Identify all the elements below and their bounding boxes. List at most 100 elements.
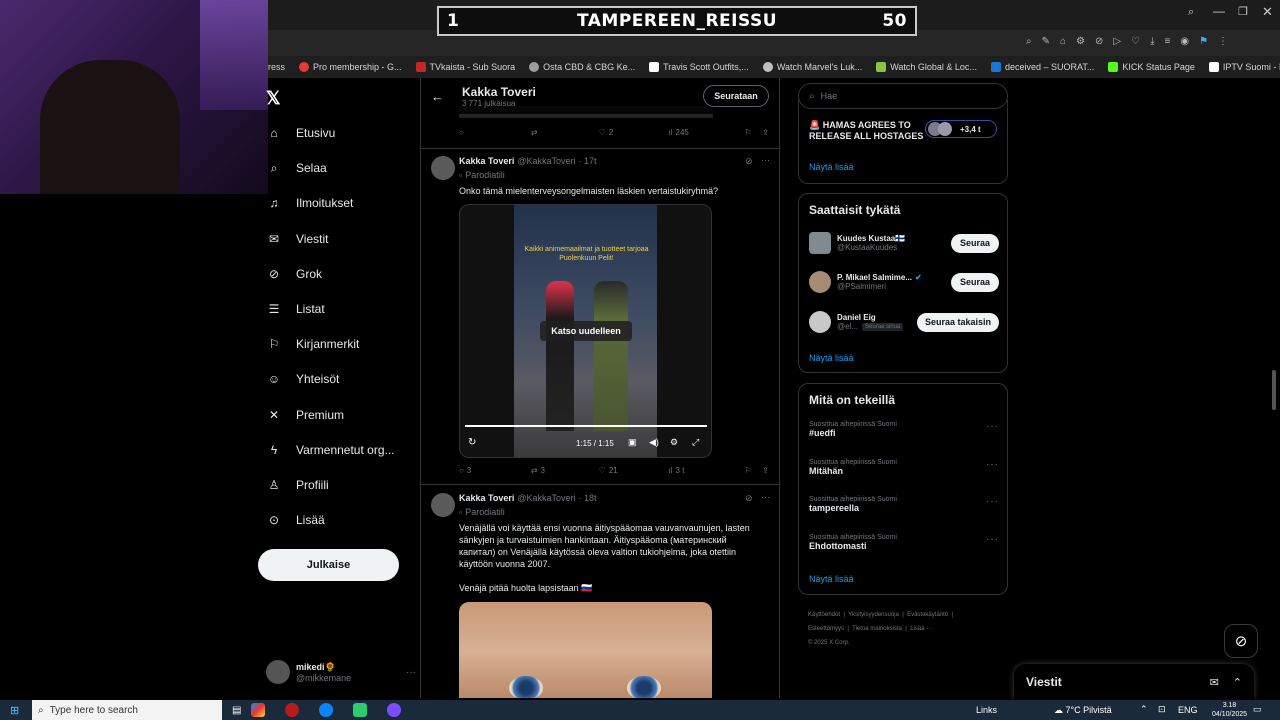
follow-button[interactable]: Seuraa bbox=[951, 272, 999, 292]
replay-icon[interactable]: ↻ bbox=[468, 437, 476, 448]
more-icon[interactable]: ··· bbox=[761, 155, 770, 165]
more-vertical-icon[interactable]: ⋮ bbox=[1218, 36, 1228, 47]
suggestion-row[interactable]: Kuudes Kustaa🇫🇮 @KustaaKuudes Seuraa bbox=[809, 232, 999, 254]
post-button[interactable]: Julkaise bbox=[258, 549, 399, 581]
nav-premium[interactable]: ✕ Premium bbox=[266, 404, 344, 426]
video-progress-track[interactable] bbox=[465, 425, 707, 427]
share-icon[interactable]: ⇪ bbox=[762, 466, 769, 475]
bookmark[interactable]: Osta CBD & CBG Ke... bbox=[529, 62, 635, 72]
bookmark-icon[interactable]: ⚐ bbox=[744, 466, 762, 475]
grok-icon[interactable]: ⊘ bbox=[745, 493, 753, 504]
more-icon[interactable]: ··· bbox=[986, 496, 999, 507]
taskbar-search[interactable]: ⌕ Type here to search bbox=[32, 700, 222, 720]
account-more-icon[interactable]: ··· bbox=[406, 667, 416, 678]
like-action[interactable]: ♡ 21 bbox=[599, 466, 669, 475]
bookmark[interactable]: deceived – SUORAT... bbox=[990, 62, 1094, 72]
footer-link[interactable]: Evästekäytäntö bbox=[907, 612, 948, 618]
messenger-icon[interactable] bbox=[387, 703, 402, 717]
nav-grok[interactable]: ⊘ Grok bbox=[266, 263, 322, 285]
heart-icon[interactable]: ♡ bbox=[1131, 36, 1140, 47]
x-logo-icon[interactable]: 𝕏 bbox=[266, 88, 281, 109]
trend-item[interactable]: Suosittua aihepiirissä Suomi Mitähän ··· bbox=[809, 459, 999, 476]
nav-profile[interactable]: ♙ Profiili bbox=[266, 474, 329, 496]
profile-icon[interactable]: ◉ bbox=[1180, 36, 1189, 47]
more-icon[interactable]: ··· bbox=[986, 459, 999, 470]
reply-action[interactable]: ○ bbox=[459, 128, 531, 137]
footer-link[interactable]: Lisää ··· bbox=[910, 626, 932, 632]
messages-drawer[interactable]: Viestit ✉ ⌃ bbox=[1014, 664, 1254, 700]
footer-link[interactable]: Tietoa mainoksista bbox=[852, 626, 902, 632]
footer-link[interactable]: Esteettömyys bbox=[808, 626, 844, 632]
camera-icon[interactable]: ⌂ bbox=[1060, 36, 1066, 47]
notifications-icon[interactable]: ▭ bbox=[1253, 704, 1262, 715]
expand-icon[interactable]: ⌃ bbox=[1233, 676, 1242, 689]
fullscreen-icon[interactable]: ⤢ bbox=[692, 437, 699, 448]
video-player[interactable]: Kaikki animemaailmat ja tuotteet tarjoaa… bbox=[459, 204, 712, 458]
restore-icon[interactable]: ❐ bbox=[1238, 5, 1248, 18]
bookmark[interactable]: TVkaista - Sub Suora bbox=[415, 62, 515, 72]
tweet-image[interactable] bbox=[459, 602, 712, 698]
follow-back-button[interactable]: Seuraa takaisin bbox=[917, 312, 999, 332]
bookmark[interactable]: Pro membership - G... bbox=[299, 62, 402, 72]
reply-action[interactable]: ○ 3 bbox=[459, 466, 531, 475]
weather-widget[interactable]: ☁ 7°C Pilvistä bbox=[1054, 705, 1112, 716]
replay-label[interactable]: Katso uudelleen bbox=[540, 321, 632, 341]
app-icon[interactable] bbox=[353, 703, 368, 717]
captions-icon[interactable]: ▣ bbox=[628, 437, 637, 448]
grok-floating-button[interactable]: ⊘ bbox=[1224, 624, 1258, 658]
play-icon[interactable]: ▷ bbox=[1113, 36, 1121, 47]
extension-icon[interactable]: ⚑ bbox=[1199, 36, 1208, 47]
shield-icon[interactable]: ⊘ bbox=[1095, 36, 1103, 47]
follow-button[interactable]: Seuraa bbox=[951, 233, 999, 253]
volume-icon[interactable]: ◀) bbox=[649, 437, 659, 448]
trend-item[interactable]: Suosittua aihepiirissä Suomi Ehdottomast… bbox=[809, 534, 999, 551]
nav-messages[interactable]: ✉ Viestit bbox=[266, 228, 329, 250]
edge-icon[interactable] bbox=[319, 703, 334, 717]
trend-headline[interactable]: 🚨 HAMAS AGREES TO RELEASE ALL HOSTAGES bbox=[809, 120, 927, 142]
trend-participants[interactable]: +3,4 t bbox=[925, 120, 997, 138]
task-view-icon[interactable]: ▤ bbox=[232, 705, 241, 716]
search-icon[interactable]: ⌕ bbox=[1188, 6, 1194, 19]
show-more-link[interactable]: Näytä lisää bbox=[809, 574, 854, 584]
nav-communities[interactable]: ☺ Yhteisöt bbox=[266, 368, 340, 390]
back-arrow-icon[interactable]: ← bbox=[431, 89, 444, 104]
edit-icon[interactable]: ✎ bbox=[1042, 36, 1050, 47]
nav-verified-orgs[interactable]: ϟ Varmennetut org... bbox=[266, 439, 395, 461]
nav-notifications[interactable]: ♫ Ilmoitukset bbox=[266, 192, 354, 214]
tray-chevron-icon[interactable]: ⌃ bbox=[1140, 704, 1148, 715]
bookmark[interactable]: Travis Scott Outfits,... bbox=[649, 62, 749, 72]
bookmark[interactable]: Watch Global & Loc... bbox=[876, 62, 977, 72]
new-message-icon[interactable]: ✉ bbox=[1210, 676, 1219, 689]
nav-bookmarks[interactable]: ⚐ Kirjanmerkit bbox=[266, 333, 360, 355]
following-button[interactable]: Seurataan bbox=[703, 85, 769, 107]
show-more-link[interactable]: Näytä lisää bbox=[809, 353, 854, 363]
links-label[interactable]: Links bbox=[976, 705, 997, 715]
bookmark[interactable]: Watch Marvel's Luk... bbox=[762, 62, 862, 72]
footer-link[interactable]: Käyttöehdot bbox=[808, 612, 840, 618]
tweet-avatar[interactable] bbox=[431, 493, 455, 517]
minimize-icon[interactable]: — bbox=[1213, 4, 1225, 18]
retweet-action[interactable]: ⇄ bbox=[531, 128, 599, 137]
more-icon[interactable]: ··· bbox=[986, 421, 999, 432]
bookmark[interactable]: IPTV Suomi - IPTV v... bbox=[1208, 62, 1280, 72]
settings-icon[interactable]: ⚙ bbox=[1076, 36, 1085, 47]
retweet-action[interactable]: ⇄ 3 bbox=[531, 466, 599, 475]
trend-item[interactable]: Suosittua aihepiirissä Suomi #uedfi ··· bbox=[809, 421, 999, 438]
scrollbar-thumb[interactable] bbox=[1272, 370, 1276, 410]
copilot-icon[interactable] bbox=[251, 703, 266, 717]
bookmark[interactable]: KICK Status Page bbox=[1108, 62, 1195, 72]
account-switcher[interactable]: mikedi🌻 @mikkemane ··· bbox=[266, 656, 416, 688]
views-action[interactable]: ıl 245 bbox=[669, 128, 745, 137]
nav-more[interactable]: ⊙ Lisää bbox=[266, 509, 325, 531]
like-action[interactable]: ♡ 2 bbox=[599, 128, 669, 137]
more-icon[interactable]: ··· bbox=[986, 534, 999, 545]
share-icon[interactable]: ⇪ bbox=[762, 128, 769, 137]
suggestion-row[interactable]: Daniel Eig @el... Seuraa sinua Seuraa ta… bbox=[809, 311, 999, 333]
trend-item[interactable]: Suosittua aihepiirissä Suomi tampereella… bbox=[809, 496, 999, 513]
grok-icon[interactable]: ⊘ bbox=[745, 156, 753, 167]
windows-start-icon[interactable]: ⊞ bbox=[10, 704, 19, 717]
download-icon[interactable]: ⤓ bbox=[1150, 36, 1154, 47]
settings-icon[interactable]: ⚙ bbox=[670, 437, 678, 448]
nav-explore[interactable]: ⌕ Selaa bbox=[266, 157, 327, 179]
language-indicator[interactable]: ENG bbox=[1178, 705, 1198, 715]
